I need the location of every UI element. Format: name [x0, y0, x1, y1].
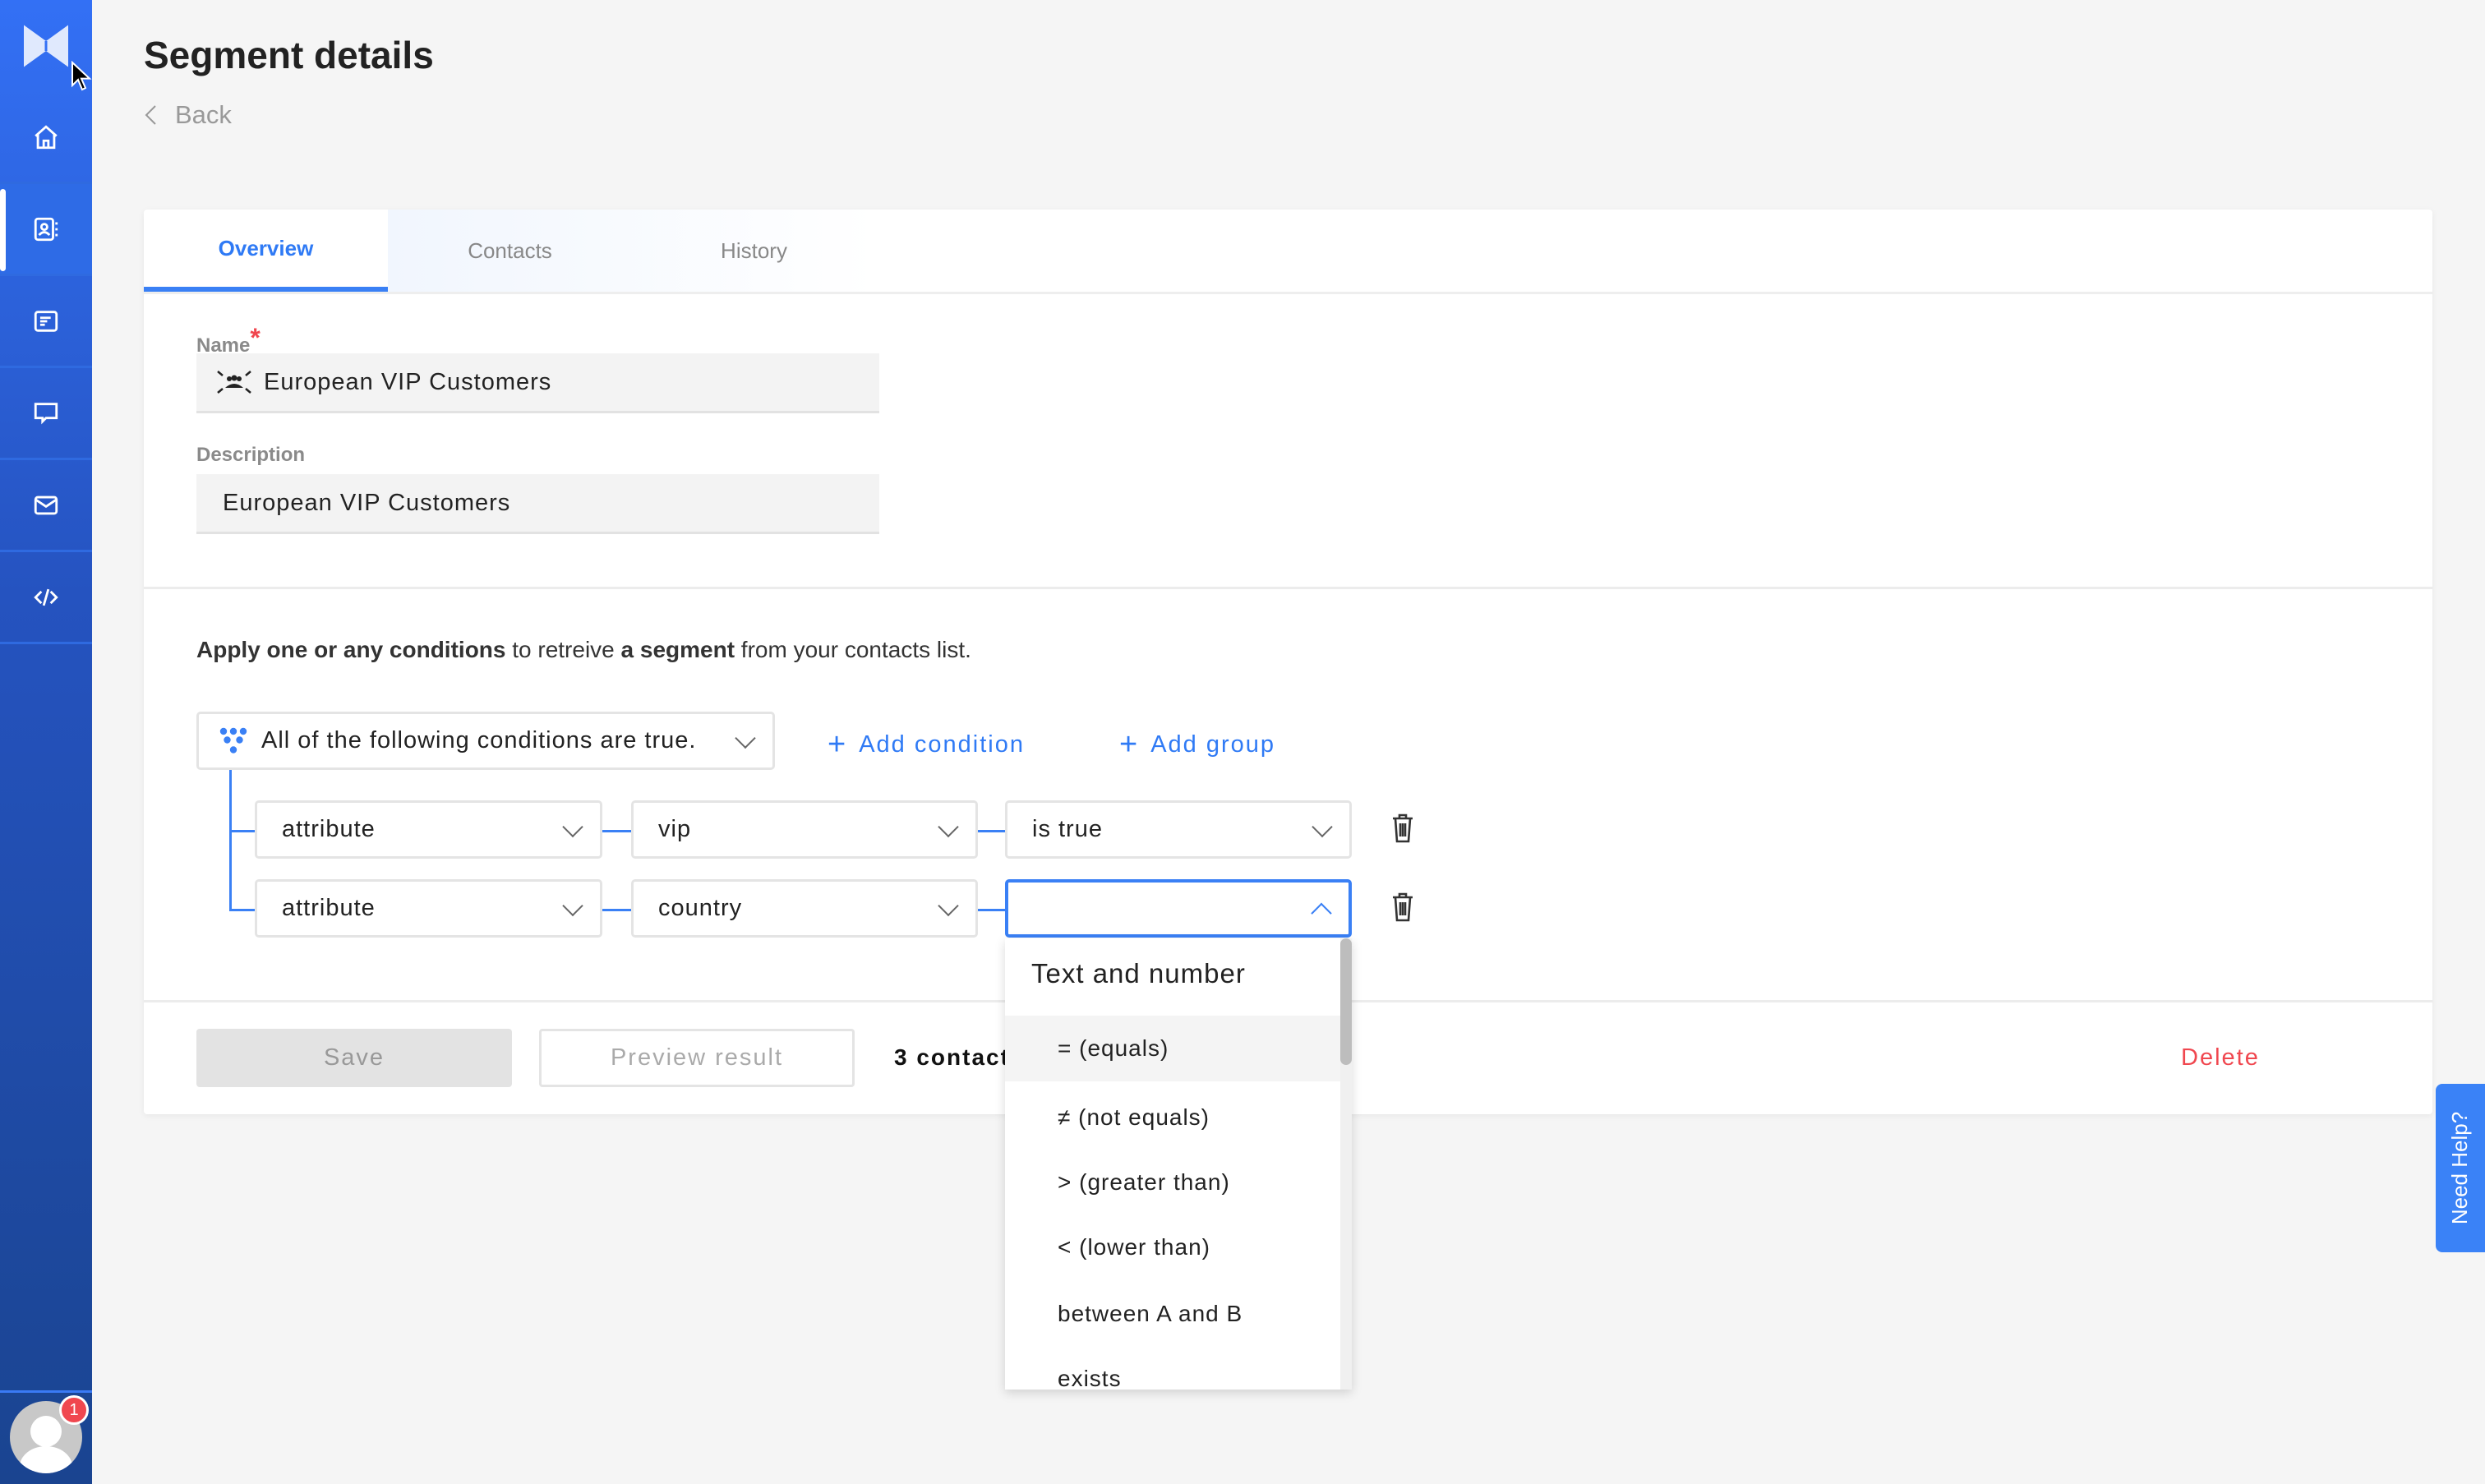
connector	[978, 909, 1005, 911]
connector	[978, 830, 1005, 832]
page-title: Segment details	[144, 34, 434, 76]
intro-bold-2: a segment	[620, 637, 735, 662]
chevron-down-icon	[562, 895, 583, 916]
chevron-left-icon	[145, 105, 156, 125]
notification-badge: 1	[59, 1395, 89, 1425]
connector	[229, 909, 255, 911]
preview-result-button[interactable]: Preview result	[539, 1029, 855, 1087]
select-value: vip	[658, 816, 692, 842]
tab-history[interactable]: History	[632, 210, 876, 292]
contacts-icon	[34, 217, 58, 241]
chevron-down-icon	[562, 816, 583, 837]
sidebar-item-contacts[interactable]	[0, 184, 92, 276]
condition-type-select[interactable]: attribute	[255, 879, 602, 938]
avatar-body	[20, 1446, 72, 1473]
dropdown-group-header: Text and number	[1031, 958, 1246, 989]
select-value: attribute	[282, 816, 376, 842]
intro-mid: to retreive	[505, 637, 621, 662]
chevron-down-icon	[938, 895, 959, 916]
sidebar-item-lists[interactable]	[0, 276, 92, 368]
chat-icon	[34, 402, 58, 424]
name-input[interactable]: European VIP Customers	[196, 353, 879, 413]
divider	[0, 1390, 92, 1393]
trash-icon[interactable]	[1391, 813, 1414, 843]
add-group-button[interactable]: + Add group	[1119, 727, 1275, 763]
delete-button[interactable]: Delete	[2181, 1044, 2260, 1072]
intro-end: from your contacts list.	[735, 637, 971, 662]
avatar-head	[30, 1416, 62, 1447]
connector	[602, 909, 631, 911]
sidebar-item-conversations[interactable]	[0, 368, 92, 460]
tab-divider	[144, 292, 2432, 294]
add-condition-label: Add condition	[859, 731, 1025, 758]
condition-operator-select[interactable]: is true	[1005, 800, 1352, 859]
operator-dropdown: Text and number = (equals) ≠ (not equals…	[1005, 938, 1352, 1390]
name-label: Name*	[196, 323, 260, 357]
dropdown-option[interactable]: > (greater than)	[1005, 1150, 1340, 1215]
sidebar-item-home[interactable]	[0, 92, 92, 184]
sidebar: 1	[0, 0, 92, 1484]
description-input[interactable]: European VIP Customers	[196, 474, 879, 534]
dropdown-option[interactable]: = (equals)	[1005, 1016, 1340, 1081]
conditions-intro: Apply one or any conditions to retreive …	[196, 637, 971, 663]
intro-bold-1: Apply one or any conditions	[196, 637, 506, 662]
condition-field-select[interactable]: country	[631, 879, 978, 938]
group-mode-select[interactable]: All of the following conditions are true…	[196, 712, 775, 770]
chevron-up-icon	[1311, 902, 1332, 924]
condition-operator-select[interactable]	[1005, 879, 1352, 938]
select-value: is true	[1032, 816, 1103, 842]
logo-icon	[24, 25, 68, 67]
tab-overview[interactable]: Overview	[144, 210, 388, 292]
dropdown-option[interactable]: < (lower than)	[1005, 1214, 1340, 1280]
chevron-down-icon	[735, 727, 756, 749]
save-button[interactable]: Save	[196, 1029, 512, 1087]
sidebar-item-email[interactable]	[0, 460, 92, 552]
sidebar-item-developers[interactable]	[0, 552, 92, 644]
mail-icon	[34, 495, 58, 514]
select-value: attribute	[282, 895, 376, 921]
required-mark: *	[250, 323, 260, 353]
condition-field-select[interactable]: vip	[631, 800, 978, 859]
plus-icon: +	[1119, 727, 1140, 762]
description-label: Description	[196, 444, 306, 466]
dropdown-option[interactable]: ≠ (not equals)	[1005, 1085, 1340, 1150]
trash-icon[interactable]	[1391, 892, 1414, 922]
dropdown-option[interactable]: between A and B	[1005, 1281, 1340, 1347]
connector-vertical	[229, 770, 232, 911]
section-divider	[144, 587, 2432, 589]
chevron-down-icon	[938, 816, 959, 837]
group-dots-icon	[219, 727, 247, 754]
dropdown-option[interactable]: exists	[1005, 1346, 1340, 1390]
group-mode-value: All of the following conditions are true…	[261, 727, 697, 754]
back-label: Back	[175, 100, 232, 129]
condition-type-select[interactable]: attribute	[255, 800, 602, 859]
plus-icon: +	[828, 727, 848, 762]
scrollbar-thumb[interactable]	[1340, 938, 1352, 1065]
list-icon	[34, 310, 58, 332]
chevron-down-icon	[1312, 816, 1333, 837]
select-value: country	[658, 895, 743, 921]
add-condition-button[interactable]: + Add condition	[828, 727, 1025, 763]
home-icon	[35, 124, 58, 149]
need-help-label: Need Help?	[2447, 1111, 2473, 1225]
connector	[229, 830, 255, 832]
need-help-button[interactable]: Need Help?	[2436, 1084, 2485, 1252]
connector	[602, 830, 631, 832]
name-value: European VIP Customers	[264, 368, 552, 395]
mouse-cursor-icon	[71, 61, 92, 91]
add-group-label: Add group	[1150, 731, 1276, 758]
tab-contacts[interactable]: Contacts	[388, 210, 632, 292]
code-icon	[34, 588, 58, 606]
back-link[interactable]: Back	[144, 100, 232, 130]
description-value: European VIP Customers	[223, 489, 511, 516]
segment-people-icon	[217, 371, 251, 394]
